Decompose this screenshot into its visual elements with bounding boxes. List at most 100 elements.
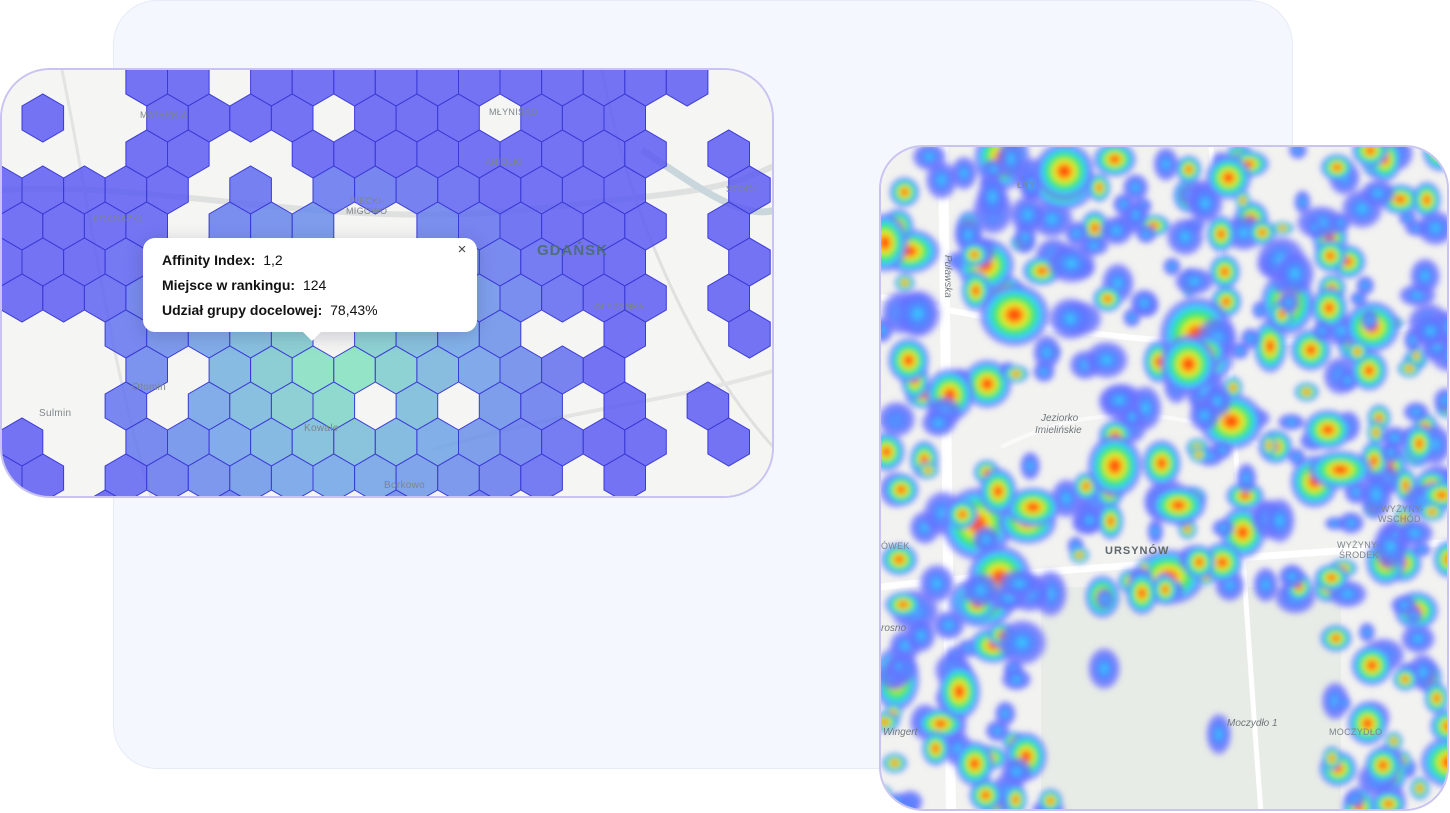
heat-blob (1411, 313, 1447, 349)
heat-blob (1097, 501, 1125, 541)
heat-blob (1386, 526, 1404, 544)
heat-blob (1363, 745, 1403, 786)
heat-blob (917, 562, 956, 605)
heat-blob (1319, 623, 1353, 653)
label-migowo: MIGOWO (346, 206, 388, 216)
heat-blob (882, 472, 921, 508)
label-ursynow: URSYNÓW (1105, 545, 1170, 557)
heat-blob (1277, 562, 1307, 591)
heat-blob (999, 755, 1034, 788)
heat-blob (1403, 423, 1435, 464)
heat-blob (1091, 284, 1124, 313)
heat-blob (1293, 381, 1320, 403)
label-krosno: rosno (881, 623, 907, 634)
heat-blob (936, 661, 982, 722)
heat-blob (1251, 565, 1280, 605)
share-label: Udział grupy docelowej: (162, 302, 323, 318)
heat-blob (881, 752, 909, 774)
heat-blob (1087, 172, 1112, 203)
label-wyzyny-wschod-2: WSCHÓD (1378, 514, 1421, 524)
heat-blob (977, 281, 1052, 349)
close-icon[interactable]: × (454, 242, 470, 258)
heat-blob (1335, 694, 1353, 712)
heat-blob (1384, 730, 1404, 752)
heat-blob (971, 524, 1001, 555)
heat-blob (1391, 666, 1419, 692)
heat-blob (1311, 318, 1333, 344)
heat-blob (1187, 398, 1222, 433)
heat-blob (1319, 153, 1355, 182)
label-jeziorko: Jeziorko (1041, 413, 1079, 424)
heatmap-map[interactable]: URSYNÓW Jeziorko Imielińskie Moczydło 1 … (879, 145, 1449, 811)
heat-blob (1270, 221, 1295, 236)
label-kowale: Kowale (304, 423, 339, 434)
heat-blob (996, 568, 1042, 600)
label-sulmin: Sulmin (39, 408, 72, 419)
label-wyzyny-srodek-1: WYŻYNY- (1337, 540, 1380, 550)
heat-blob (920, 730, 951, 767)
heat-blob (1188, 446, 1209, 464)
affinity-value: 1,2 (263, 252, 283, 268)
heat-blob (1210, 517, 1236, 539)
label-gdansk: GDAŃSK (537, 242, 609, 259)
heat-blob (1151, 573, 1179, 606)
heat-blob (1410, 541, 1433, 558)
heat-blob (1262, 496, 1297, 546)
heat-blob (1349, 643, 1394, 687)
label-mlynisko: MŁYNISKO (489, 107, 538, 117)
label-wyzyny-srodek-2: ŚRODEK (1339, 550, 1379, 560)
heat-blob (1018, 450, 1042, 482)
heat-blob (1409, 776, 1431, 801)
heatmap-layer[interactable] (881, 147, 1449, 811)
heat-blob (1082, 339, 1131, 381)
heat-blob (1068, 546, 1091, 565)
heat-blob (1408, 256, 1442, 296)
heat-blob (1276, 412, 1307, 432)
heat-blob (1175, 154, 1203, 185)
label-otomin: Otomin (132, 382, 167, 393)
heat-blob (1359, 308, 1380, 333)
heat-blob (1149, 485, 1208, 526)
heat-blob (1128, 287, 1160, 319)
heat-blob (959, 241, 990, 268)
label-moczydlo: MOCZYDŁO (1329, 727, 1383, 737)
tooltip-row-affinity: Affinity Index: 1,2 (162, 248, 458, 273)
heat-blob (1329, 212, 1352, 234)
heat-blob (1345, 340, 1370, 364)
heat-blob (1401, 400, 1431, 424)
heat-blob (954, 739, 996, 788)
heat-blob (1306, 215, 1323, 240)
heat-blob (1172, 266, 1217, 297)
heat-blob (1389, 594, 1419, 616)
heat-blob (1321, 745, 1342, 772)
heat-blob (1301, 408, 1354, 452)
heat-blob (946, 498, 979, 531)
heat-blob (1086, 645, 1122, 692)
heat-blob (1343, 789, 1367, 809)
heat-blob (1031, 360, 1057, 384)
heat-blob (1260, 432, 1278, 459)
heat-blob (999, 667, 1033, 692)
label-kokoszki: KOKOSZKI (93, 214, 142, 224)
heat-blob (1235, 461, 1258, 496)
heat-blob (1349, 290, 1368, 308)
heat-blob (919, 407, 958, 439)
park-area (1041, 587, 1341, 809)
heat-blob (1313, 563, 1350, 593)
heat-blob (1094, 586, 1115, 611)
label-pulawska: Puławska (942, 255, 953, 298)
rank-value: 124 (302, 277, 327, 293)
heat-blob (1077, 234, 1111, 257)
heat-blob (916, 461, 940, 480)
heat-blob (1164, 216, 1206, 258)
heat-blob (1111, 192, 1136, 217)
heat-blob (1210, 439, 1234, 461)
heat-blob (886, 336, 931, 385)
heat-blob (1286, 447, 1307, 468)
heat-blob (1120, 402, 1144, 432)
heat-blob (1085, 432, 1144, 500)
heat-blob (1323, 515, 1347, 532)
heat-blob (1359, 178, 1397, 209)
label-imielinskie: Imielińskie (1035, 425, 1082, 436)
label-piecki: PIECKI- (350, 196, 385, 206)
